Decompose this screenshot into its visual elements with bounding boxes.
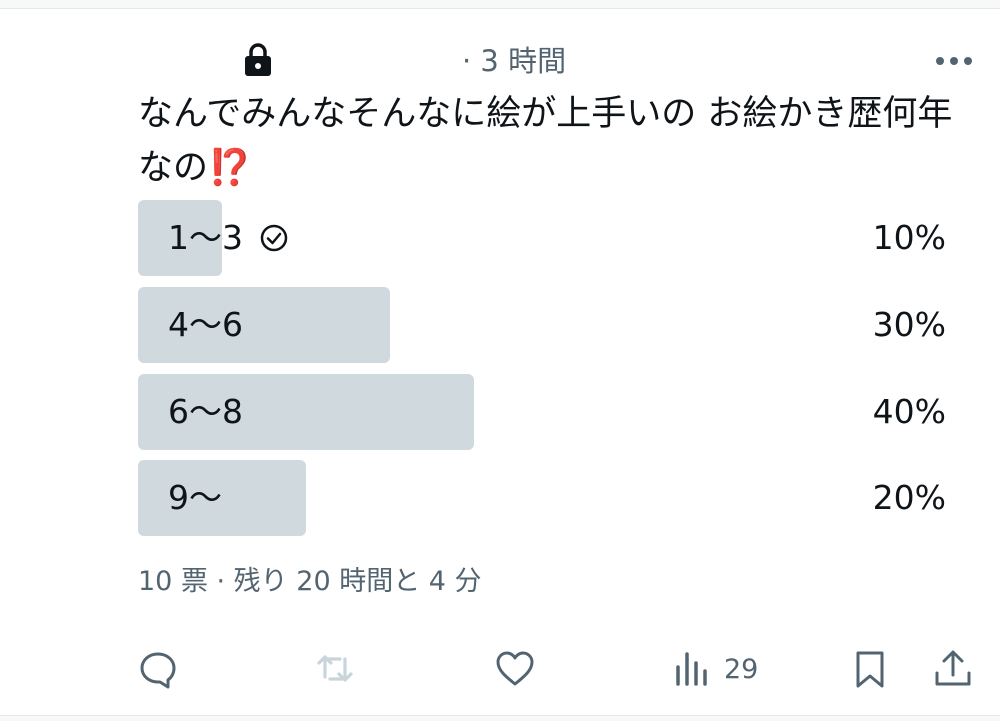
views-button[interactable]: 29 xyxy=(672,639,758,699)
poll-option-4[interactable]: 9〜 20% xyxy=(138,460,958,536)
poll-option-percent: 30% xyxy=(872,305,946,344)
lock-icon xyxy=(245,43,271,76)
poll-option-label: 4〜6 xyxy=(168,305,243,344)
views-count: 29 xyxy=(724,653,759,685)
poll-option-1[interactable]: 1〜3 10% xyxy=(138,200,958,276)
reply-icon xyxy=(140,652,176,689)
poll-option-label: 9〜 xyxy=(168,478,222,517)
tweet-text-line2-text: なの xyxy=(138,148,209,188)
poll-option-3[interactable]: 6〜8 40% xyxy=(138,374,958,450)
tweet-header: · 3 時間 xyxy=(0,9,1000,89)
poll-footer: 10 票 · 残り 20 時間と 4 分 xyxy=(138,566,482,597)
poll-option-percent: 40% xyxy=(872,392,946,431)
reply-button[interactable] xyxy=(138,639,178,699)
tweet-text: なんでみんなそんなに絵が上手いの お絵かき歴何年 なの⁉️ xyxy=(138,87,988,195)
tweet-actions: 29 xyxy=(0,639,1000,699)
poll-option-2[interactable]: 4〜6 30% xyxy=(138,287,958,363)
tweet-text-line2: なの⁉️ xyxy=(138,141,988,195)
share-button[interactable] xyxy=(933,639,973,699)
retweet-button[interactable] xyxy=(316,639,356,699)
bookmark-button[interactable] xyxy=(850,639,890,699)
more-icon[interactable] xyxy=(934,55,974,67)
poll-option-label: 6〜8 xyxy=(168,392,243,431)
tweet-text-line1: なんでみんなそんなに絵が上手いの お絵かき歴何年 xyxy=(138,94,953,134)
share-icon xyxy=(935,650,971,686)
poll-option-bar xyxy=(138,460,306,536)
poll-option-percent: 20% xyxy=(872,478,946,517)
poll-option-label: 1〜3 xyxy=(168,218,243,257)
like-button[interactable] xyxy=(495,639,535,699)
bookmark-icon xyxy=(856,651,884,688)
poll-option-label-wrap: 1〜3 xyxy=(168,200,289,276)
poll-option-percent: 10% xyxy=(872,218,946,257)
tweet-timestamp[interactable]: · 3 時間 xyxy=(462,43,566,79)
like-icon xyxy=(496,651,534,686)
check-circle-icon xyxy=(260,224,288,252)
retweet-icon xyxy=(317,655,353,682)
views-icon xyxy=(676,652,707,686)
tweet-card[interactable]: · 3 時間 なんでみんなそんなに絵が上手いの お絵かき歴何年 なの⁉️ 1〜3… xyxy=(0,8,1000,716)
exclamation-question-emoji: ⁉️ xyxy=(208,148,252,188)
